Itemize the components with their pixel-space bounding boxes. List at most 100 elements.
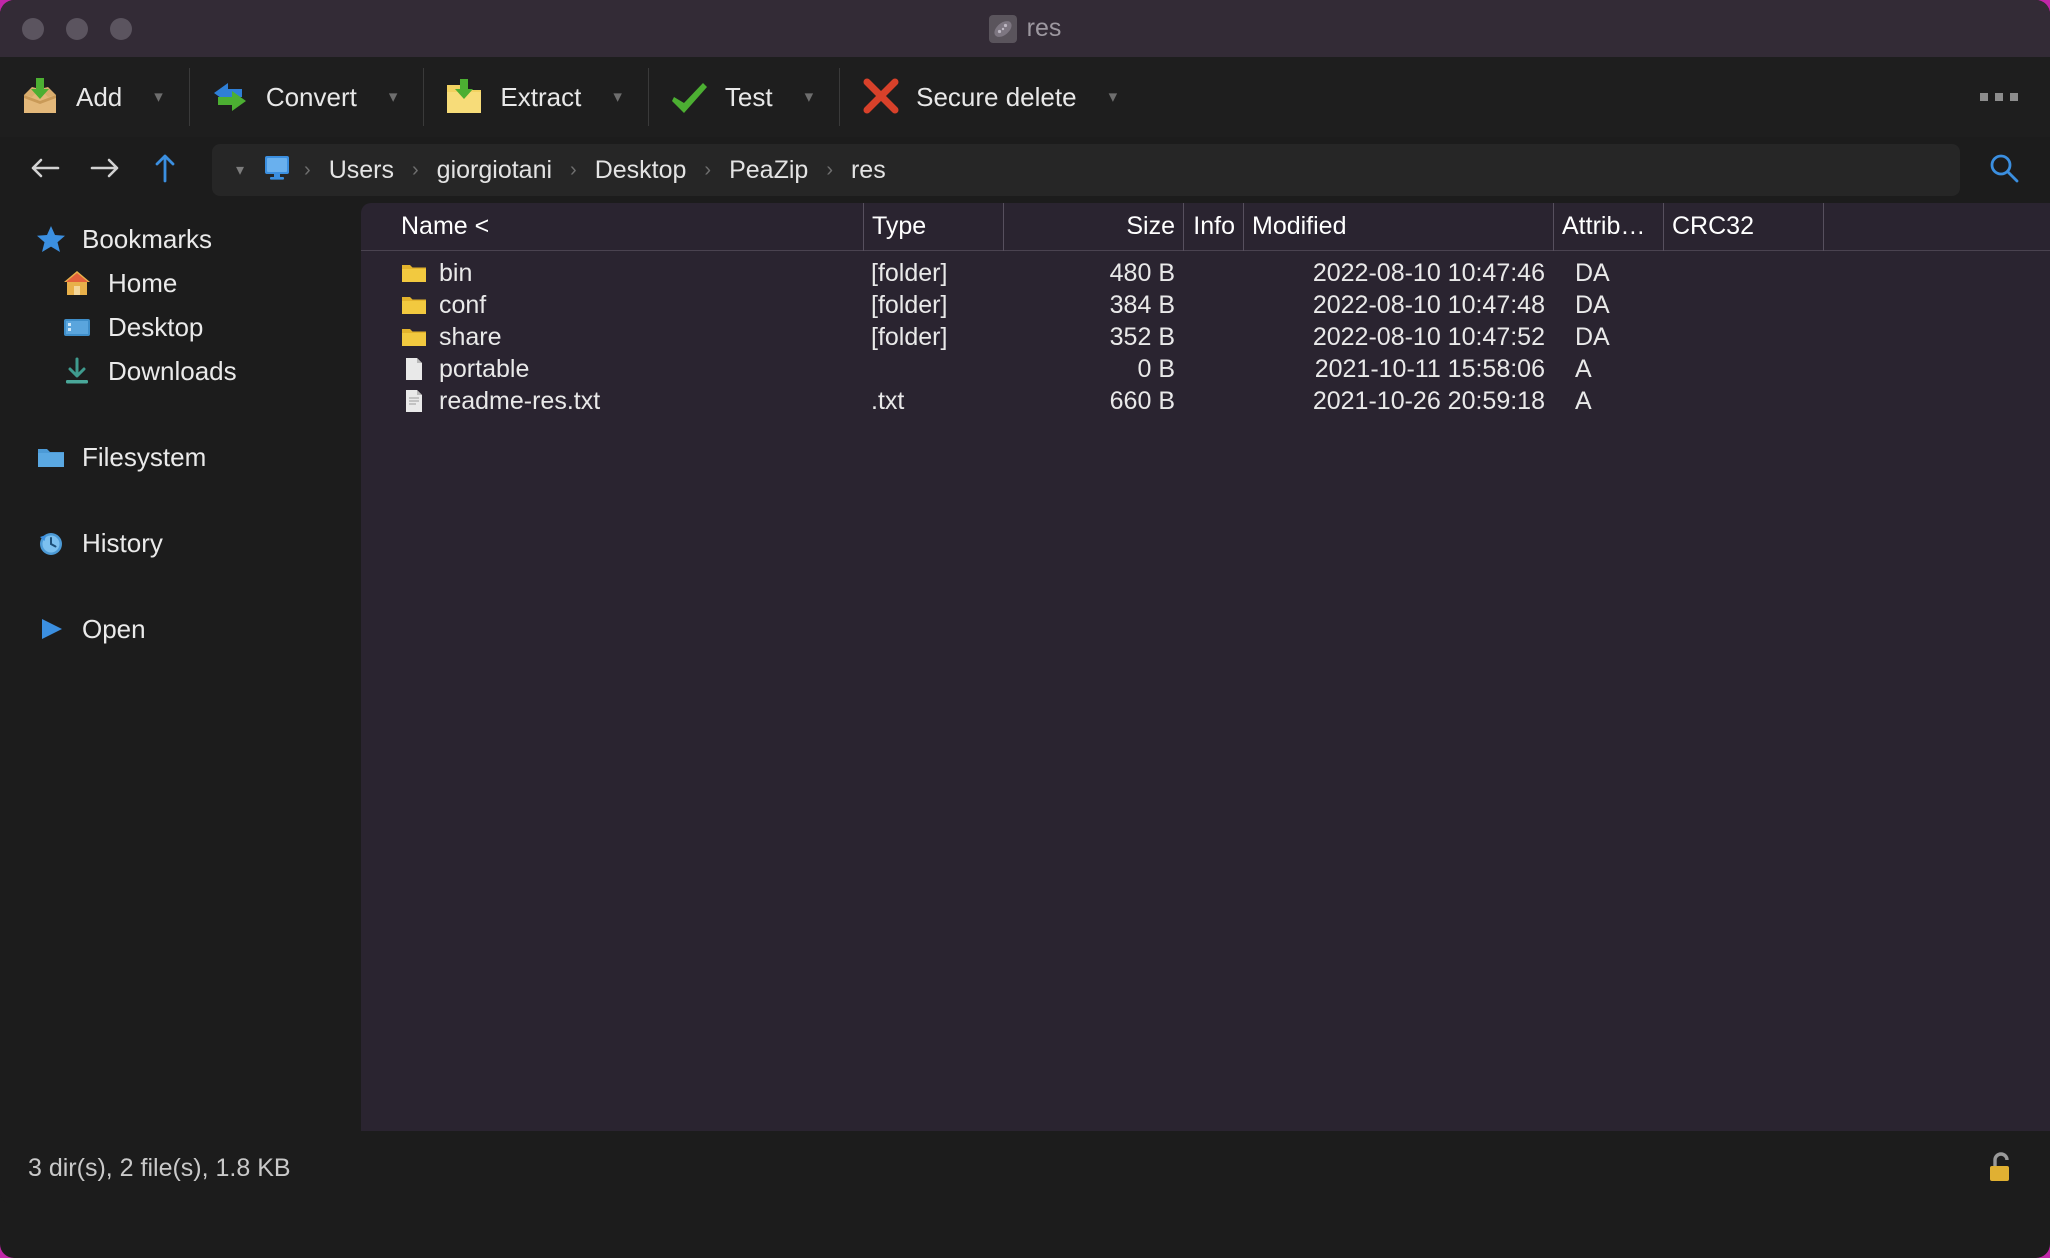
sidebar-item-history[interactable]: History	[0, 521, 361, 565]
breadcrumb-item-giorgiotani[interactable]: giorgiotani	[425, 152, 564, 189]
folder-icon	[36, 442, 66, 472]
dot	[1980, 93, 1988, 101]
cell-info	[1183, 289, 1243, 321]
sidebar-item-desktop[interactable]: Desktop	[0, 305, 361, 349]
breadcrumb-chevron-down-icon[interactable]: ▾	[226, 160, 254, 180]
column-header-end	[1823, 202, 1883, 251]
cell-crc32	[1663, 289, 1823, 321]
column-header-attrib[interactable]: Attrib…	[1553, 202, 1663, 251]
table-row[interactable]: share [folder] 352 B 2022-08-10 10:47:52…	[361, 321, 2050, 353]
status-summary: 3 dir(s), 2 file(s), 1.8 KB	[28, 1153, 291, 1182]
secure-delete-button-label: Secure delete	[916, 81, 1077, 112]
cell-modified: 2022-08-10 10:47:48	[1312, 290, 1545, 319]
up-button[interactable]	[138, 145, 192, 195]
cell-info	[1183, 257, 1243, 289]
cell-crc32	[1663, 353, 1823, 385]
extract-button-label: Extract	[500, 81, 582, 112]
title-bar: res	[0, 0, 2050, 57]
sidebar-item-downloads[interactable]: Downloads	[0, 349, 361, 393]
cell-modified: 2021-10-11 15:58:06	[1314, 354, 1545, 383]
close-button[interactable]	[22, 17, 44, 40]
more-options-button[interactable]	[1968, 79, 2030, 115]
sidebar-label: Desktop	[108, 311, 204, 342]
column-header-type[interactable]: Type	[863, 202, 1003, 251]
breadcrumb-separator: ›	[304, 158, 311, 181]
breadcrumb-item-users[interactable]: Users	[317, 152, 406, 189]
cell-size: 660 B	[1109, 386, 1175, 415]
cell-name: share	[393, 321, 863, 353]
file-name: share	[439, 322, 502, 351]
test-button[interactable]: Test ▾	[649, 57, 839, 137]
convert-dropdown-chevron-down-icon[interactable]: ▾	[389, 87, 398, 107]
add-dropdown-chevron-down-icon[interactable]: ▾	[154, 87, 163, 107]
cell-size: 352 B	[1109, 322, 1175, 351]
main-body: Bookmarks Home Desktop Downloads Filesys…	[0, 202, 2050, 1131]
sidebar-item-open[interactable]: Open	[0, 607, 361, 651]
cell-modified: 2022-08-10 10:47:52	[1312, 322, 1545, 351]
search-button[interactable]	[1976, 144, 2032, 196]
column-header-crc32[interactable]: CRC32	[1663, 202, 1823, 251]
cell-crc32	[1663, 257, 1823, 289]
main-toolbar: Add ▾ Convert ▾ Extract ▾ Test ▾ Secure …	[0, 57, 2050, 137]
cell-attrib: DA	[1575, 290, 1610, 319]
table-row[interactable]: readme-res.txt .txt 660 B 2021-10-26 20:…	[361, 385, 2050, 417]
star-icon	[36, 224, 66, 254]
sidebar-label: Filesystem	[82, 441, 207, 472]
secure-delete-dropdown-chevron-down-icon[interactable]: ▾	[1109, 87, 1118, 107]
add-button[interactable]: Add ▾	[0, 57, 189, 137]
address-bar: ▾ › Users › giorgiotani › Desktop › PeaZ…	[0, 137, 2050, 203]
breadcrumb-item-res[interactable]: res	[839, 152, 898, 189]
forward-button[interactable]	[78, 145, 132, 195]
cell-info	[1183, 321, 1243, 353]
column-header-name[interactable]: Name <	[393, 203, 863, 251]
cell-modified: 2021-10-26 20:59:18	[1312, 386, 1545, 415]
table-row[interactable]: bin [folder] 480 B 2022-08-10 10:47:46 D…	[361, 257, 2050, 289]
convert-button[interactable]: Convert ▾	[190, 57, 424, 137]
sidebar-item-bookmarks[interactable]: Bookmarks	[0, 217, 361, 261]
cell-size: 480 B	[1109, 258, 1175, 287]
arrow-up-icon	[150, 151, 180, 190]
sidebar: Bookmarks Home Desktop Downloads Filesys…	[0, 203, 361, 1131]
house-icon	[62, 268, 92, 298]
cell-type: [folder]	[871, 258, 948, 287]
breadcrumb-item-desktop[interactable]: Desktop	[583, 152, 699, 189]
extract-dropdown-chevron-down-icon[interactable]: ▾	[613, 87, 622, 107]
dot	[2010, 93, 2018, 101]
check-mark-icon	[667, 75, 711, 119]
cell-name: bin	[393, 257, 863, 289]
arrow-left-icon	[28, 153, 62, 188]
peazip-icon	[988, 14, 1017, 43]
folder-icon	[401, 260, 427, 286]
computer-monitor-icon[interactable]	[262, 154, 292, 187]
cell-attrib: DA	[1575, 258, 1610, 287]
maximize-button[interactable]	[110, 17, 132, 40]
table-row[interactable]: portable 0 B 2021-10-11 15:58:06 A	[361, 353, 2050, 385]
table-row[interactable]: conf [folder] 384 B 2022-08-10 10:47:48 …	[361, 289, 2050, 321]
minimize-button[interactable]	[66, 17, 88, 40]
file-name: readme-res.txt	[439, 386, 601, 415]
extract-button[interactable]: Extract ▾	[424, 57, 647, 137]
play-icon	[36, 614, 66, 644]
column-header-info[interactable]: Info	[1183, 202, 1243, 251]
peazip-window: res Add ▾ Convert ▾ Extract ▾ Test ▾ Sec…	[0, 0, 2050, 1258]
column-header-modified[interactable]: Modified	[1243, 202, 1553, 251]
unlocked-padlock-icon[interactable]	[1978, 1144, 2024, 1192]
breadcrumb-separator: ›	[704, 158, 712, 181]
sidebar-item-home[interactable]: Home	[0, 261, 361, 305]
column-header-size[interactable]: Size	[1003, 202, 1183, 251]
cell-info	[1183, 353, 1243, 385]
cell-type	[863, 353, 1003, 385]
back-button[interactable]	[18, 145, 72, 195]
test-dropdown-chevron-down-icon[interactable]: ▾	[805, 87, 814, 107]
secure-delete-button[interactable]: Secure delete ▾	[840, 57, 1143, 137]
window-title-group: res	[0, 0, 2050, 57]
sidebar-item-filesystem[interactable]: Filesystem	[0, 435, 361, 479]
breadcrumb-separator: ›	[826, 158, 833, 181]
cell-modified: 2022-08-10 10:47:46	[1312, 258, 1545, 287]
monitor-icon	[62, 312, 92, 342]
cell-attrib: A	[1575, 386, 1592, 415]
download-icon	[62, 356, 92, 386]
breadcrumb-item-peazip[interactable]: PeaZip	[717, 152, 820, 189]
extract-folder-icon	[442, 75, 486, 119]
